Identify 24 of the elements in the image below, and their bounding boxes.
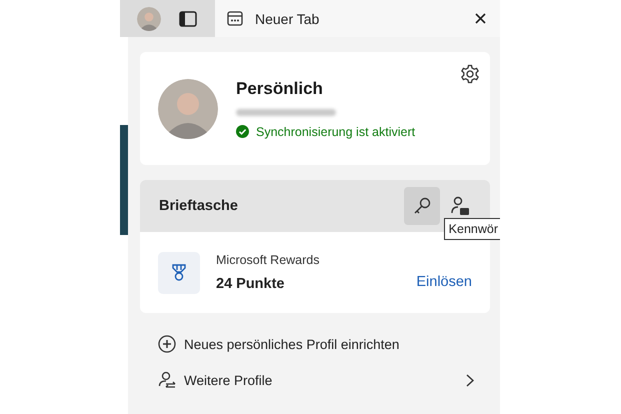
key-icon	[412, 196, 432, 216]
person-card-icon	[449, 195, 471, 217]
rewards-title: Microsoft Rewards	[216, 253, 320, 267]
rewards-points: 24 Punkte	[216, 276, 286, 292]
switch-profile-icon	[158, 371, 176, 389]
add-icon	[158, 335, 176, 353]
chevron-icon	[466, 374, 474, 386]
close-icon[interactable]	[475, 13, 486, 24]
tab-page-icon	[227, 11, 243, 26]
avatar	[137, 6, 161, 30]
settings-icon[interactable]	[460, 64, 480, 84]
menu-item[interactable]: Neues persönliches Profil einrichten	[158, 333, 474, 355]
browser-tab[interactable]: Neuer Tab	[215, 0, 500, 37]
sidebar-icon[interactable]	[179, 10, 197, 26]
menu-item[interactable]: Weitere Profile	[158, 369, 474, 391]
wallet-title: Brieftasche	[159, 198, 239, 214]
redeem-link[interactable]: Einlösen	[416, 274, 472, 290]
avatar	[158, 78, 218, 138]
medal-icon	[158, 252, 200, 294]
profile-name: Persönlich	[236, 78, 324, 98]
check-icon	[236, 125, 249, 138]
wallet-action-button[interactable]	[404, 187, 440, 225]
tooltip: Kennwör	[444, 218, 500, 240]
sync-status: Synchronisierung ist aktiviert	[256, 124, 416, 138]
